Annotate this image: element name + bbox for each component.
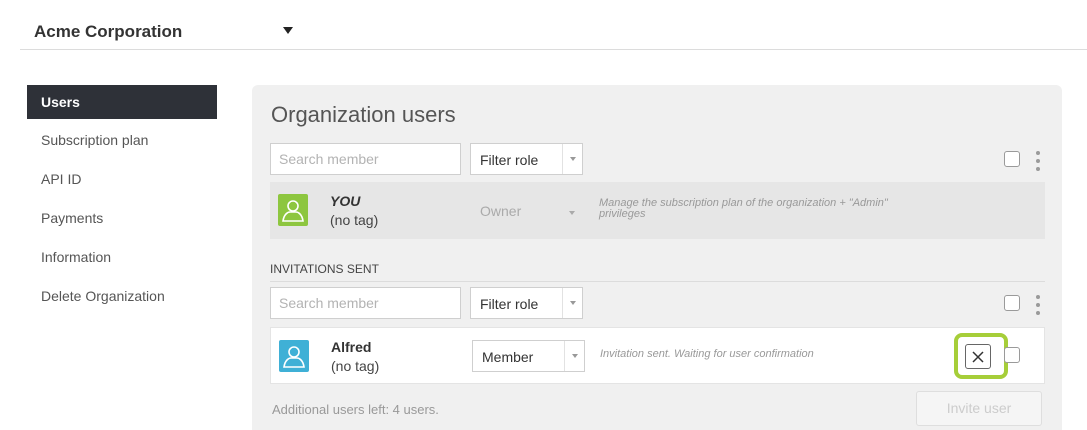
more-options-icon[interactable] bbox=[1035, 295, 1041, 317]
cancel-invitation-button[interactable] bbox=[965, 344, 991, 369]
more-options-icon[interactable] bbox=[1035, 151, 1041, 173]
search-invitations-input[interactable] bbox=[270, 287, 461, 319]
users-panel: Organization users Filter role YOU (no t… bbox=[252, 85, 1062, 430]
sidebar-item-delete-organization[interactable]: Delete Organization bbox=[27, 278, 217, 317]
sidebar-item-api-id[interactable]: API ID bbox=[27, 161, 217, 200]
invitations-section-label: INVITATIONS SENT bbox=[270, 262, 1045, 282]
filter-invitations-role-select[interactable]: Filter role bbox=[470, 287, 583, 319]
sidebar: Users Subscription plan API ID Payments … bbox=[27, 85, 217, 317]
invited-user-name: Alfred bbox=[331, 339, 372, 355]
users-left-text: Additional users left: 4 users. bbox=[272, 402, 439, 417]
caret-down-icon bbox=[569, 211, 575, 215]
select-arrow-icon bbox=[562, 144, 582, 174]
invitation-status: Invitation sent. Waiting for user confir… bbox=[600, 348, 814, 360]
select-arrow-icon bbox=[564, 341, 584, 371]
owner-role-description: Manage the subscription plan of the orga… bbox=[599, 197, 888, 220]
select-arrow-icon bbox=[562, 288, 582, 318]
owner-user-row: YOU (no tag) Owner Manage the subscripti… bbox=[270, 182, 1045, 239]
select-all-invitations-checkbox[interactable] bbox=[1004, 295, 1020, 311]
invite-user-button[interactable]: Invite user bbox=[916, 391, 1042, 426]
org-name[interactable]: Acme Corporation bbox=[34, 22, 182, 42]
owner-tag: (no tag) bbox=[330, 212, 379, 228]
owner-name: YOU bbox=[330, 193, 361, 209]
sidebar-item-users[interactable]: Users bbox=[27, 85, 217, 119]
select-all-users-checkbox[interactable] bbox=[1004, 151, 1020, 167]
cancel-invitation-highlight bbox=[954, 333, 1008, 379]
invited-user-row: Alfred (no tag) Member Invitation sent. … bbox=[270, 327, 1045, 384]
filter-role-label: Filter role bbox=[480, 296, 539, 312]
filter-role-select[interactable]: Filter role bbox=[470, 143, 583, 175]
invited-user-tag: (no tag) bbox=[331, 358, 380, 374]
search-member-input[interactable] bbox=[270, 143, 461, 175]
invited-user-checkbox[interactable] bbox=[1004, 347, 1020, 363]
sidebar-item-information[interactable]: Information bbox=[27, 239, 217, 278]
user-icon bbox=[279, 340, 309, 372]
sidebar-item-subscription-plan[interactable]: Subscription plan bbox=[27, 122, 217, 161]
member-role-label: Member bbox=[482, 349, 534, 365]
sidebar-item-payments[interactable]: Payments bbox=[27, 200, 217, 239]
owner-role-label: Owner bbox=[480, 203, 522, 219]
page-title: Organization users bbox=[271, 102, 456, 127]
member-role-select[interactable]: Member bbox=[472, 340, 585, 372]
user-icon bbox=[278, 194, 308, 226]
top-bar: Acme Corporation bbox=[20, 10, 1087, 50]
filter-role-label: Filter role bbox=[480, 152, 539, 168]
owner-role-select: Owner bbox=[472, 194, 584, 226]
close-icon bbox=[972, 351, 984, 363]
caret-down-icon[interactable] bbox=[283, 27, 293, 34]
